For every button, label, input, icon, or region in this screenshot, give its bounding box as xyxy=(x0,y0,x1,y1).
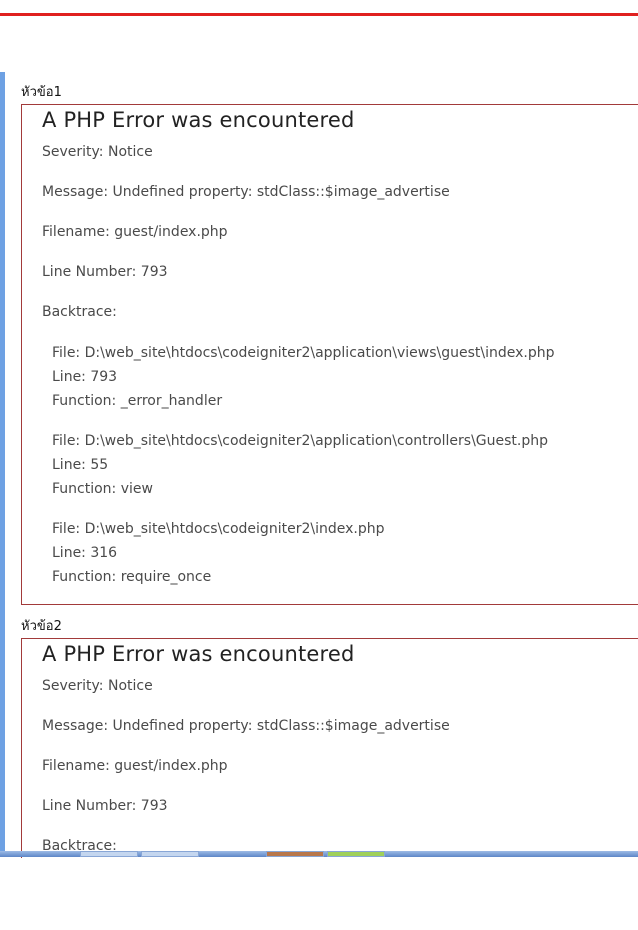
severity-text: Severity: Notice xyxy=(42,678,153,694)
top-accent-bar xyxy=(0,13,638,16)
error-title: A PHP Error was encountered xyxy=(42,108,355,132)
trace-line: Line: 793 xyxy=(52,369,118,385)
php-error-box-2: A PHP Error was encountered Severity: No… xyxy=(21,638,638,858)
section-label-1: หัวข้อ1 xyxy=(21,85,62,100)
trace-function: Function: _error_handler xyxy=(52,393,223,409)
taskbar-button[interactable] xyxy=(141,851,199,857)
taskbar-button[interactable] xyxy=(266,851,324,857)
trace-file: File: D:\web_site\htdocs\codeigniter2\in… xyxy=(52,521,385,537)
taskbar xyxy=(0,851,638,857)
section-label-2: หัวข้อ2 xyxy=(21,619,62,634)
trace-line: Line: 316 xyxy=(52,545,118,561)
trace-file: File: D:\web_site\htdocs\codeigniter2\ap… xyxy=(52,345,555,361)
severity-text: Severity: Notice xyxy=(42,144,153,160)
taskbar-button[interactable] xyxy=(80,851,138,857)
php-error-box-1: A PHP Error was encountered Severity: No… xyxy=(21,104,638,605)
trace-function: Function: require_once xyxy=(52,569,212,585)
error-title: A PHP Error was encountered xyxy=(42,642,355,666)
trace-function: Function: view xyxy=(52,481,153,497)
line-number-text: Line Number: 793 xyxy=(42,798,168,814)
filename-text: Filename: guest/index.php xyxy=(42,224,228,240)
left-rail xyxy=(0,72,5,856)
message-text: Message: Undefined property: stdClass::$… xyxy=(42,184,450,200)
message-text: Message: Undefined property: stdClass::$… xyxy=(42,718,450,734)
line-number-text: Line Number: 793 xyxy=(42,264,168,280)
trace-line: Line: 55 xyxy=(52,457,109,473)
trace-file: File: D:\web_site\htdocs\codeigniter2\ap… xyxy=(52,433,549,449)
taskbar-button[interactable] xyxy=(327,851,385,857)
backtrace-label: Backtrace: xyxy=(42,304,117,320)
filename-text: Filename: guest/index.php xyxy=(42,758,228,774)
